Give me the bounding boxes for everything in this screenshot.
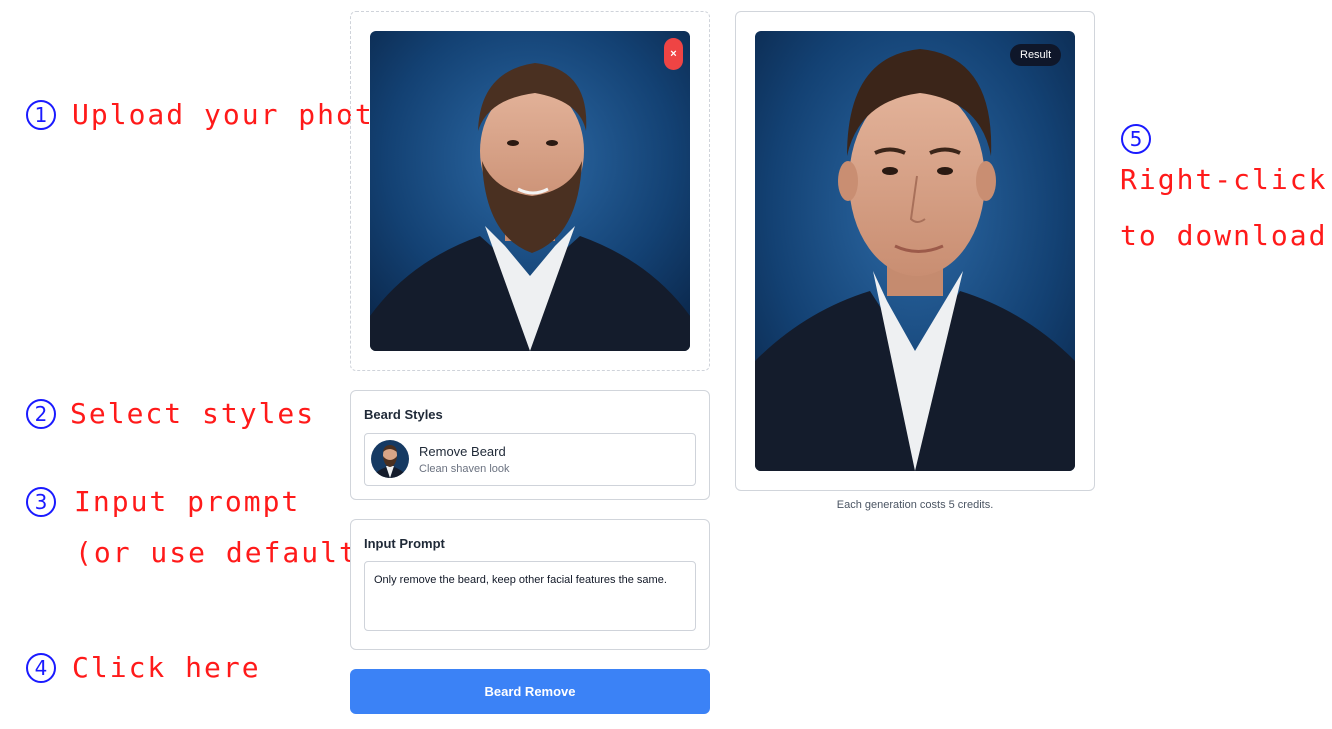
style-thumbnail bbox=[371, 440, 409, 478]
input-prompt-title: Input Prompt bbox=[364, 536, 445, 551]
step-3-annotation: 3 Input prompt bbox=[26, 485, 300, 518]
style-option-description: Clean shaven look bbox=[419, 463, 510, 475]
step-2-number: 2 bbox=[26, 398, 56, 429]
step-3-number: 3 bbox=[26, 486, 56, 517]
beard-remove-button[interactable]: Beard Remove bbox=[350, 669, 710, 714]
style-option-remove-beard[interactable]: Remove Beard Clean shaven look bbox=[364, 433, 696, 486]
credits-note: Each generation costs 5 credits. bbox=[836, 499, 994, 511]
result-badge: Result bbox=[1010, 44, 1062, 66]
step-1-annotation: 1 Upload your photo bbox=[26, 98, 393, 131]
beard-styles-title: Beard Styles bbox=[364, 407, 443, 422]
uploaded-photo bbox=[370, 31, 690, 351]
step-5-number: 5 bbox=[1121, 124, 1151, 154]
step-1-text: Upload your photo bbox=[72, 98, 393, 131]
step-3-text: Input prompt bbox=[74, 485, 301, 518]
style-option-name: Remove Beard bbox=[419, 444, 506, 459]
step-4-number: 4 bbox=[26, 652, 56, 683]
step-4-text: Click here bbox=[72, 651, 261, 684]
prompt-textarea[interactable]: Only remove the beard, keep other facial… bbox=[364, 561, 696, 631]
step-5-subtext: to download bbox=[1120, 219, 1328, 252]
result-photo[interactable] bbox=[755, 31, 1075, 471]
step-2-text: Select styles bbox=[70, 397, 316, 430]
step-5-text: Right-click bbox=[1120, 163, 1328, 196]
step-5-annotation: 5 bbox=[1121, 124, 1151, 154]
input-prompt-card: Input Prompt Only remove the beard, keep… bbox=[350, 519, 710, 650]
remove-photo-button[interactable]: × bbox=[664, 38, 683, 70]
step-3-subtext: (or use default) bbox=[75, 536, 377, 569]
step-2-annotation: 2 Select styles bbox=[26, 397, 315, 430]
step-4-annotation: 4 Click here bbox=[26, 651, 261, 684]
beard-styles-card: Beard Styles Remove Beard Clean shaven l… bbox=[350, 390, 710, 500]
step-1-number: 1 bbox=[26, 99, 56, 130]
